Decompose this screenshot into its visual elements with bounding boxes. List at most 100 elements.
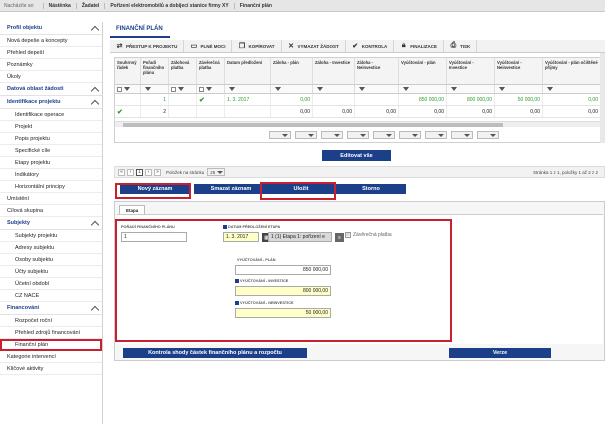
- sidebar-item-project-subjects[interactable]: Subjekty projektu: [0, 230, 102, 242]
- sidebar-item-target-group[interactable]: Cílová skupina: [0, 205, 102, 217]
- sidebar-section-subjects[interactable]: Subjekty: [0, 217, 102, 230]
- footer-aggregate-select[interactable]: [347, 131, 369, 139]
- budget-check-button[interactable]: Kontrola shody částek finančního plánu a…: [123, 348, 307, 358]
- filter-cell[interactable]: [543, 85, 601, 93]
- sidebar-item-horizontal-principles[interactable]: Horizontální principy: [0, 181, 102, 193]
- filter-icon[interactable]: [178, 87, 184, 91]
- sidebar-item-project[interactable]: Projekt: [0, 121, 102, 133]
- previous-page-button[interactable]: ‹: [127, 168, 134, 176]
- power-of-attorney-button[interactable]: ▭ PLNÉ MOCI: [184, 40, 233, 52]
- footer-aggregate-select[interactable]: [269, 131, 291, 139]
- delete-record-button[interactable]: Smazat záznam: [194, 184, 268, 194]
- filter-icon[interactable]: [229, 87, 235, 91]
- next-page-button[interactable]: ›: [145, 168, 152, 176]
- sidebar-item-new-message[interactable]: Nová depeše a koncepty: [0, 35, 102, 47]
- filter-icon[interactable]: [547, 87, 553, 91]
- sidebar-item-funding-sources[interactable]: Přehled zdrojů financování: [0, 327, 102, 339]
- sidebar-item-financial-plan[interactable]: Finanční plán: [0, 339, 102, 351]
- filter-cell[interactable]: [495, 85, 543, 93]
- sidebar-item-subject-accounts[interactable]: Účty subjektu: [0, 266, 102, 278]
- filter-icon[interactable]: [359, 87, 365, 91]
- column-header[interactable]: Zálohová platba: [169, 58, 197, 84]
- filter-cell[interactable]: [313, 85, 355, 93]
- breadcrumb-item-project[interactable]: Pořízení elektromobilů a dobíjecí stanic…: [104, 2, 233, 9]
- filter-icon[interactable]: [145, 87, 151, 91]
- check-button[interactable]: ✔ KONTROLA: [346, 40, 395, 52]
- column-header[interactable]: Souhrnný řádek: [115, 58, 141, 84]
- filter-checkbox[interactable]: [199, 86, 204, 92]
- last-page-button[interactable]: »: [154, 168, 161, 176]
- column-header[interactable]: Vyúčtování - Neinvestice: [495, 58, 543, 84]
- version-button[interactable]: Verze: [449, 348, 551, 358]
- delete-application-button[interactable]: ✕ VYMAZAT ŽÁDOST: [282, 40, 346, 52]
- copy-button[interactable]: ❐ KOPÍROVAT: [232, 40, 282, 52]
- filter-checkbox[interactable]: [171, 86, 176, 92]
- footer-aggregate-select[interactable]: [295, 131, 317, 139]
- sidebar-item-indicators[interactable]: Indikátory: [0, 169, 102, 181]
- sidebar-section-financing[interactable]: Financování: [0, 302, 102, 315]
- transfer-to-project-button[interactable]: ⇄ PŘESTUP K PROJEKTU: [110, 40, 185, 52]
- grid-horizontal-scrollbar[interactable]: [115, 121, 604, 127]
- filter-cell[interactable]: [355, 85, 399, 93]
- filter-cell[interactable]: [141, 85, 169, 93]
- footer-aggregate-select[interactable]: [373, 131, 395, 139]
- column-header[interactable]: Záloha - Investice: [313, 58, 355, 84]
- sidebar-item-intervention-categories[interactable]: Kategorie intervencí: [0, 351, 102, 363]
- finalize-button[interactable]: 🔒︎ FINALIZACE: [394, 40, 444, 52]
- edit-all-button[interactable]: Editovat vše: [322, 150, 391, 161]
- column-header[interactable]: Záloha - Neinvestice: [355, 58, 399, 84]
- table-row[interactable]: ✔ 2 0,00 0,00 0,00 0,00 0,00 0,00 0,00: [115, 106, 604, 118]
- sidebar-item-messages[interactable]: Přehled depeší: [0, 47, 102, 59]
- filter-icon[interactable]: [499, 87, 505, 91]
- sidebar-item-accounting-periods[interactable]: Účetní období: [0, 278, 102, 290]
- tab-stage[interactable]: Etapa: [119, 205, 146, 214]
- first-page-button[interactable]: «: [118, 168, 125, 176]
- current-page[interactable]: 1: [136, 168, 143, 176]
- filter-icon[interactable]: [206, 87, 212, 91]
- filter-cell[interactable]: [197, 85, 225, 93]
- filter-icon[interactable]: [124, 87, 130, 91]
- column-header[interactable]: Vyúčtování - plán: [399, 58, 447, 84]
- filter-cell[interactable]: [271, 85, 313, 93]
- sidebar-section-data-area[interactable]: Datová oblast žádosti: [0, 83, 102, 96]
- sidebar-item-notes[interactable]: Poznámky: [0, 59, 102, 71]
- filter-icon[interactable]: [451, 87, 457, 91]
- column-header[interactable]: Závěrečná platba: [197, 58, 225, 84]
- filter-cell[interactable]: [225, 85, 271, 93]
- filter-cell[interactable]: [399, 85, 447, 93]
- page-vertical-scrollbar[interactable]: [600, 53, 605, 143]
- filter-cell[interactable]: [169, 85, 197, 93]
- cancel-button[interactable]: Storno: [336, 184, 406, 194]
- filter-icon[interactable]: [403, 87, 409, 91]
- column-header[interactable]: Datum předložení: [225, 58, 271, 84]
- table-row[interactable]: 1 ✔ 1. 3. 2017 0,00 850 000,00 800 000,0…: [115, 94, 604, 106]
- footer-aggregate-select[interactable]: [451, 131, 473, 139]
- sidebar-item-annual-budget[interactable]: Rozpočet roční: [0, 315, 102, 327]
- sidebar-item-cz-nace[interactable]: CZ NACE: [0, 290, 102, 302]
- sidebar-item-project-stages[interactable]: Etapy projektu: [0, 157, 102, 169]
- sidebar-item-subject-addresses[interactable]: Adresy subjektu: [0, 242, 102, 254]
- sidebar-item-operation-identification[interactable]: Identifikace operace: [0, 109, 102, 121]
- filter-cell[interactable]: [115, 85, 141, 93]
- per-page-select[interactable]: 25: [207, 168, 226, 176]
- breadcrumb-item-financial-plan[interactable]: Finanční plán: [233, 2, 277, 9]
- sidebar-item-key-activities[interactable]: Klíčové aktivity: [0, 363, 102, 375]
- sidebar-item-tasks[interactable]: Úkoly: [0, 71, 102, 83]
- filter-icon[interactable]: [317, 87, 323, 91]
- sidebar-section-project-identification[interactable]: Identifikace projektu: [0, 96, 102, 109]
- footer-aggregate-select[interactable]: [477, 131, 499, 139]
- footer-aggregate-select[interactable]: [425, 131, 447, 139]
- filter-cell[interactable]: [447, 85, 495, 93]
- column-header[interactable]: Záloha - plán: [271, 58, 313, 84]
- footer-aggregate-select[interactable]: [399, 131, 421, 139]
- sidebar-item-location[interactable]: Umístění: [0, 193, 102, 205]
- sidebar-section-profile[interactable]: Profil objektu: [0, 22, 102, 35]
- column-header[interactable]: Vyúčtování - plán očištěné příjmy: [543, 58, 601, 84]
- filter-icon[interactable]: [275, 87, 281, 91]
- sidebar-item-specific-goals[interactable]: Specifické cíle: [0, 145, 102, 157]
- sidebar-item-project-description[interactable]: Popis projektu: [0, 133, 102, 145]
- scrollbar-thumb[interactable]: [123, 123, 503, 127]
- footer-aggregate-select[interactable]: [321, 131, 343, 139]
- column-header[interactable]: Vyúčtování - Investice: [447, 58, 495, 84]
- column-header[interactable]: Pořadí finančního plánu: [141, 58, 169, 84]
